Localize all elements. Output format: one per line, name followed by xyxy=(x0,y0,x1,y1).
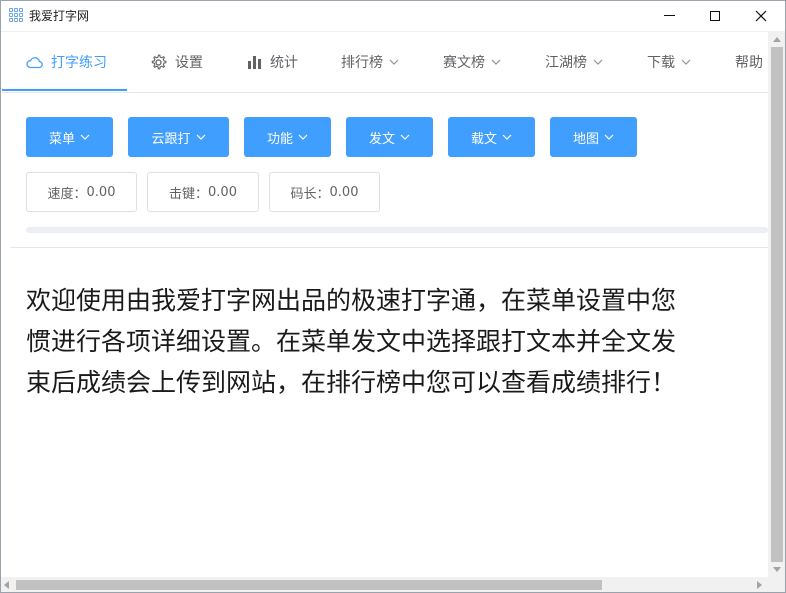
stat-value: 0.00 xyxy=(208,184,237,200)
tab-bar: 打字练习 设置 统计 排行榜 赛文榜 江湖榜 下载 帮助 xyxy=(2,32,768,93)
tab-label: 设置 xyxy=(175,55,203,71)
stat-label: 码长： xyxy=(290,186,330,202)
gear-icon xyxy=(150,54,167,71)
function-button[interactable]: 功能 xyxy=(244,117,331,157)
close-button[interactable] xyxy=(738,0,784,31)
code-length-stat: 码长： 0.00 xyxy=(269,172,380,212)
map-button[interactable]: 地图 xyxy=(550,117,637,157)
chevron-down-icon xyxy=(593,59,603,65)
tab-label: 帮助 xyxy=(735,55,763,71)
window-title: 我爱打字网 xyxy=(29,9,90,23)
cloud-follow-button[interactable]: 云跟打 xyxy=(128,117,229,157)
typing-text-area[interactable]: 欢迎使用由我爱打字网出品的极速打字通，在菜单设置中您 惯进行各项详细设置。在菜单… xyxy=(26,280,768,400)
active-tab-indicator xyxy=(2,89,127,91)
scroll-left-icon[interactable] xyxy=(4,581,9,589)
tab-label: 统计 xyxy=(270,55,298,71)
horizontal-scroll-thumb[interactable] xyxy=(16,580,602,590)
tab-statistics[interactable]: 统计 xyxy=(247,32,298,92)
menu-button[interactable]: 菜单 xyxy=(26,117,113,157)
keystroke-stat: 击键： 0.00 xyxy=(147,172,259,212)
maximize-button[interactable] xyxy=(692,0,738,31)
minimize-icon xyxy=(663,15,675,16)
tab-race-leaderboard[interactable]: 赛文榜 xyxy=(443,32,501,92)
tab-label: 下载 xyxy=(647,55,675,71)
chevron-down-icon xyxy=(80,134,90,140)
stat-value: 0.00 xyxy=(86,184,116,200)
tab-label: 打字练习 xyxy=(51,55,107,71)
text-line: 束后成绩会上传到网站，在排行榜中您可以查看成绩排行！ xyxy=(26,368,677,397)
chevron-down-icon xyxy=(389,59,399,65)
cloud-icon xyxy=(26,56,43,69)
tab-typing-practice[interactable]: 打字练习 xyxy=(26,32,107,92)
chevron-down-icon xyxy=(491,59,501,65)
chevron-down-icon xyxy=(196,134,206,140)
bar-chart-icon xyxy=(247,55,262,69)
button-label: 载文 xyxy=(470,131,497,147)
tab-download[interactable]: 下载 xyxy=(647,32,691,92)
title-bar: 我爱打字网 xyxy=(0,0,786,32)
vertical-scrollbar[interactable] xyxy=(768,32,786,577)
stat-label: 速度： xyxy=(47,186,87,202)
button-label: 地图 xyxy=(572,131,599,147)
text-line: 惯进行各项详细设置。在菜单发文中选择跟打文本并全文发 xyxy=(26,327,677,356)
minimize-button[interactable] xyxy=(646,0,692,31)
divider xyxy=(10,247,768,248)
tab-help[interactable]: 帮助 xyxy=(735,32,763,92)
chevron-down-icon xyxy=(604,134,614,140)
chevron-down-icon xyxy=(400,134,410,140)
load-text-button[interactable]: 载文 xyxy=(448,117,535,157)
close-icon xyxy=(755,10,767,21)
scroll-right-icon[interactable] xyxy=(757,581,762,589)
scrollbar-corner xyxy=(768,577,786,593)
speed-stat: 速度： 0.00 xyxy=(26,172,137,212)
vertical-scroll-thumb[interactable] xyxy=(771,47,783,562)
tab-settings[interactable]: 设置 xyxy=(150,32,203,92)
chevron-down-icon xyxy=(502,134,512,140)
typing-progress-bar xyxy=(26,227,768,233)
chevron-down-icon xyxy=(298,134,308,140)
scroll-down-icon[interactable] xyxy=(773,567,781,572)
tab-leaderboard[interactable]: 排行榜 xyxy=(341,32,399,92)
scroll-up-icon[interactable] xyxy=(773,37,781,42)
tab-label: 排行榜 xyxy=(341,55,383,71)
horizontal-scrollbar[interactable] xyxy=(0,577,768,593)
chevron-down-icon xyxy=(681,59,691,65)
button-label: 菜单 xyxy=(48,131,75,147)
send-text-button[interactable]: 发文 xyxy=(346,117,433,157)
stat-value: 0.00 xyxy=(329,184,359,200)
button-label: 云跟打 xyxy=(151,131,191,147)
tab-label: 江湖榜 xyxy=(545,55,587,71)
text-line: 欢迎使用由我爱打字网出品的极速打字通，在菜单设置中您 xyxy=(26,286,677,315)
stat-label: 击键： xyxy=(169,186,209,202)
tab-jianghu-leaderboard[interactable]: 江湖榜 xyxy=(545,32,603,92)
tab-label: 赛文榜 xyxy=(443,55,485,71)
button-label: 发文 xyxy=(368,131,395,147)
maximize-icon xyxy=(710,10,720,21)
button-label: 功能 xyxy=(266,131,293,147)
grid-app-icon xyxy=(9,8,23,22)
